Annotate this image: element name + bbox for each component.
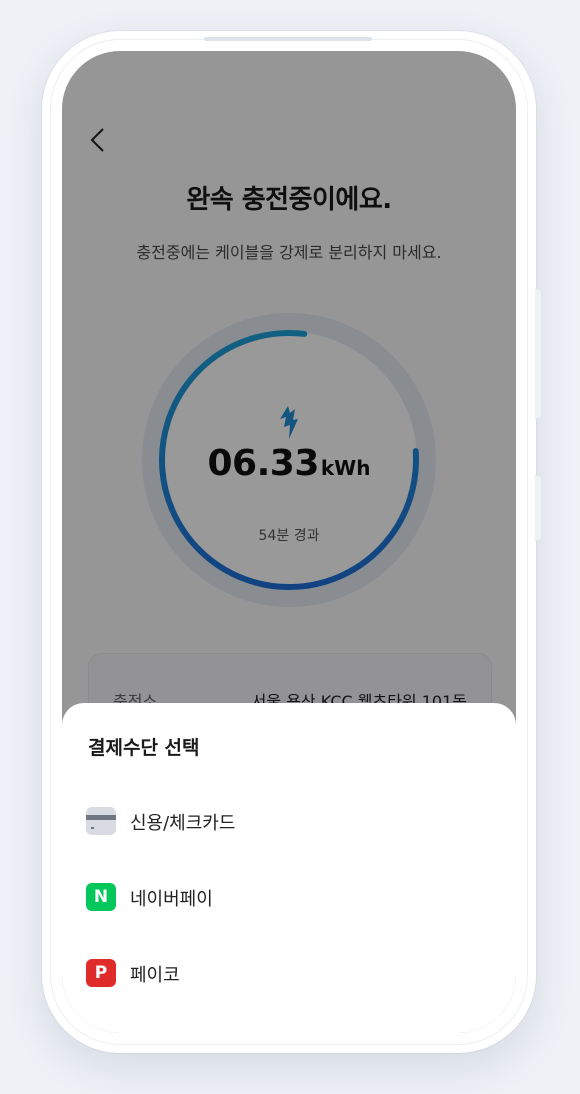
screen: 완속 충전중이에요. 충전중에는 케이블을 강제로 분리하지 마세요. 06.3… (62, 51, 516, 1033)
sheet-title: 결제수단 선택 (88, 737, 200, 759)
credit-card-icon (86, 807, 116, 835)
payment-option-label: 페이코 (130, 965, 180, 986)
side-button (535, 475, 542, 541)
payment-option-card[interactable]: 신용/체크카드 (62, 795, 516, 847)
speaker-grille (204, 37, 372, 41)
side-button (535, 289, 542, 419)
payco-icon: P (86, 959, 116, 987)
phone-frame: 완속 충전중이에요. 충전중에는 케이블을 강제로 분리하지 마세요. 06.3… (42, 31, 542, 1053)
payment-option-payco[interactable]: P 페이코 (62, 947, 516, 999)
payment-option-label: 네이버페이 (130, 889, 213, 910)
payment-option-naver-pay[interactable]: N 네이버페이 (62, 871, 516, 923)
payment-method-sheet: 결제수단 선택 신용/체크카드 N 네이버페이 P 페이코 (62, 703, 516, 1033)
payment-option-label: 신용/체크카드 (130, 813, 236, 834)
naver-pay-icon: N (86, 883, 116, 911)
